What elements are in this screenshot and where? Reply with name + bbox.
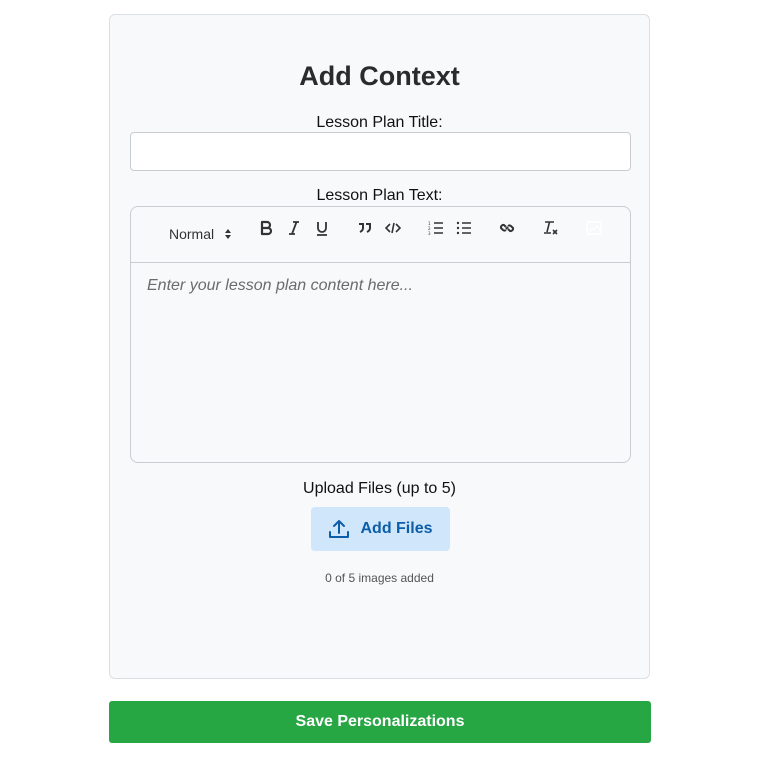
- bold-icon: [260, 220, 273, 236]
- add-files-button[interactable]: Add Files: [311, 507, 450, 551]
- page-title: Add Context: [299, 61, 460, 91]
- select-arrows-icon: [224, 228, 232, 240]
- lesson-title-label: Lesson Plan Title:: [316, 114, 443, 131]
- save-button-label: Save Personalizations: [295, 713, 465, 730]
- header-format-select[interactable]: Normal: [169, 225, 232, 243]
- image-icon: [586, 221, 602, 235]
- rich-text-editor: Normal 123 Enter your lesson plan conten…: [130, 206, 631, 463]
- svg-text:3: 3: [428, 231, 431, 235]
- italic-icon: [289, 221, 299, 235]
- editor-toolbar: Normal 123: [131, 207, 630, 263]
- editor-content-area[interactable]: Enter your lesson plan content here...: [131, 263, 630, 462]
- lesson-title-input[interactable]: [130, 132, 631, 171]
- link-button[interactable]: [498, 217, 516, 239]
- upload-files-label: Upload Files (up to 5): [303, 480, 456, 497]
- save-personalizations-button[interactable]: Save Personalizations: [109, 701, 651, 743]
- clear-format-icon: [544, 221, 558, 235]
- ordered-list-button[interactable]: 123: [427, 217, 445, 239]
- bullet-list-button[interactable]: [455, 217, 473, 239]
- link-icon: [499, 223, 515, 233]
- upload-icon: [329, 520, 350, 538]
- images-count-text: 0 of 5 images added: [325, 571, 434, 585]
- blockquote-icon: [359, 223, 371, 233]
- underline-button[interactable]: [313, 217, 331, 239]
- bullet-list-icon: [456, 221, 471, 235]
- code-block-icon: [385, 222, 401, 234]
- bold-button[interactable]: [257, 217, 275, 239]
- header-format-value: Normal: [169, 226, 215, 242]
- clear-format-button[interactable]: [541, 217, 561, 239]
- add-files-label: Add Files: [360, 520, 433, 537]
- image-button[interactable]: [585, 217, 603, 239]
- editor-placeholder: Enter your lesson plan content here...: [147, 277, 413, 294]
- italic-button[interactable]: [285, 217, 303, 239]
- blockquote-button[interactable]: [356, 217, 374, 239]
- ordered-list-icon: 123: [428, 221, 443, 235]
- code-block-button[interactable]: [384, 217, 402, 239]
- lesson-text-label: Lesson Plan Text:: [316, 187, 443, 204]
- underline-icon: [317, 222, 327, 236]
- add-context-card: Add Context Lesson Plan Title: Lesson Pl…: [109, 14, 650, 679]
